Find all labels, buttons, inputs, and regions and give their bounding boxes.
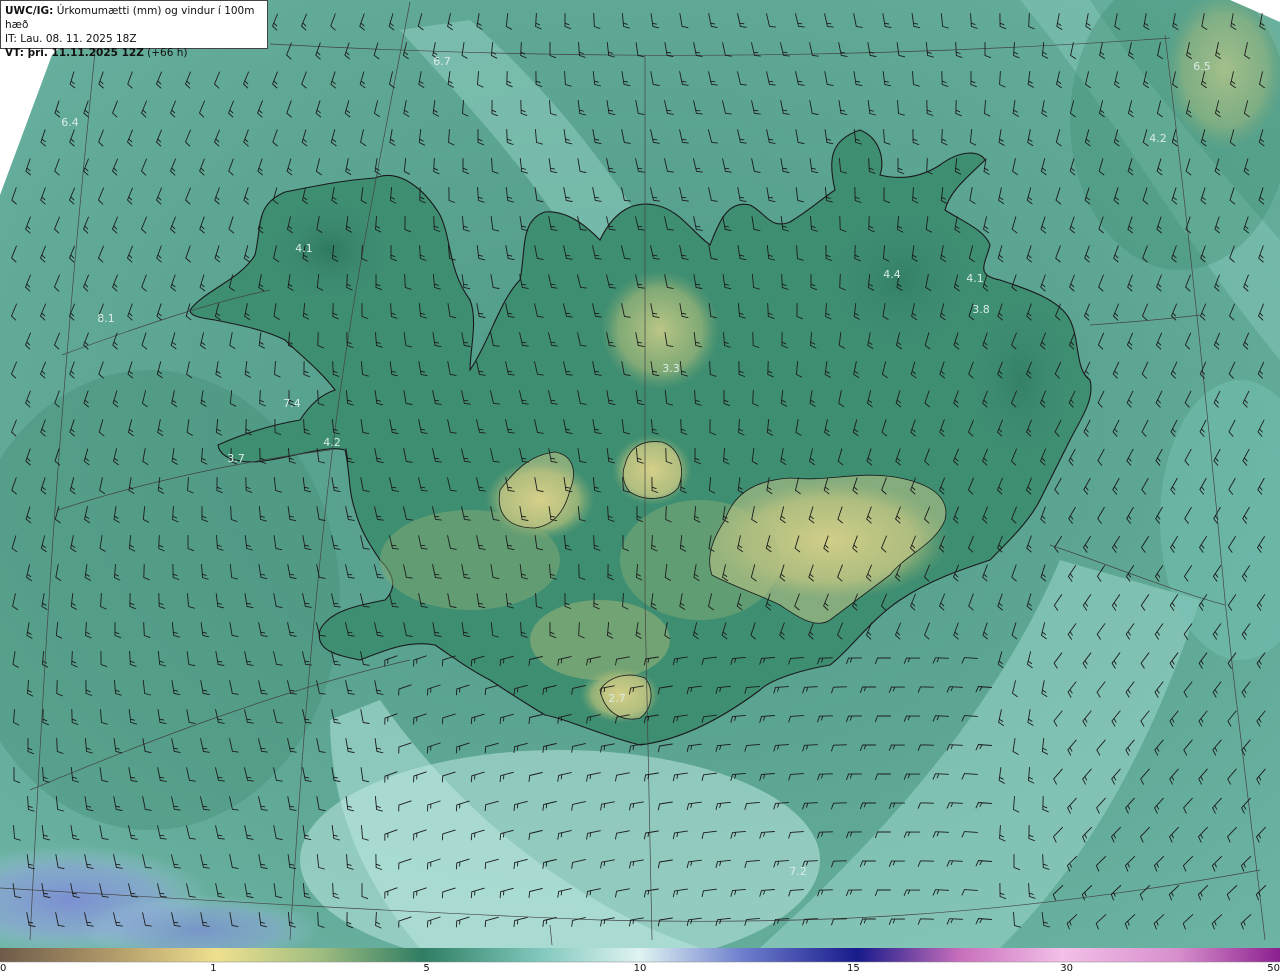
colorbar [0,948,1280,962]
map-info-box: UWC/IG: Úrkomumætti (mm) og vindur í 100… [0,0,268,59]
colorbar-tick: 5 [423,963,430,974]
value-label: 4.1 [966,272,984,285]
value-label: 6.7 [433,55,451,68]
value-label: 7.2 [789,865,807,878]
value-label: 3.7 [227,452,245,465]
value-label: 6.4 [61,116,79,129]
colorbar-tick: 1 [210,963,217,974]
colorbar-tick: 10 [633,963,647,974]
forecast-hour: (+66 h) [147,47,188,59]
model-label: UWC/IG: [5,5,54,17]
value-label: 4.2 [323,436,341,449]
value-label: 8.1 [97,312,115,325]
value-label: 4.4 [883,268,901,281]
colorbar-tick: 0 [0,963,7,974]
value-label: 3.8 [972,303,990,316]
valid-time: VT: þri. 11.11.2025 12Z [5,47,144,59]
colorbar-tick: 30 [1060,963,1073,974]
value-label: 4.1 [295,242,313,255]
value-label: 3.3 [662,362,680,375]
value-label: 2.7 [608,692,626,705]
precipitation-wind-map: 6.7 6.5 6.4 4.2 4.1 4.4 4.1 3.8 8.1 3.3 7.4 4.2 3.7 2… [0,0,1280,963]
colorbar-tick: 50 [1267,963,1280,974]
colorbar-tick: 15 [847,963,860,974]
init-time: IT: Lau. 08. 11. 2025 18Z [5,33,137,45]
value-label: 4.2 [1149,132,1167,145]
value-label: 6.5 [1193,60,1211,73]
value-label: 7.4 [283,397,301,410]
